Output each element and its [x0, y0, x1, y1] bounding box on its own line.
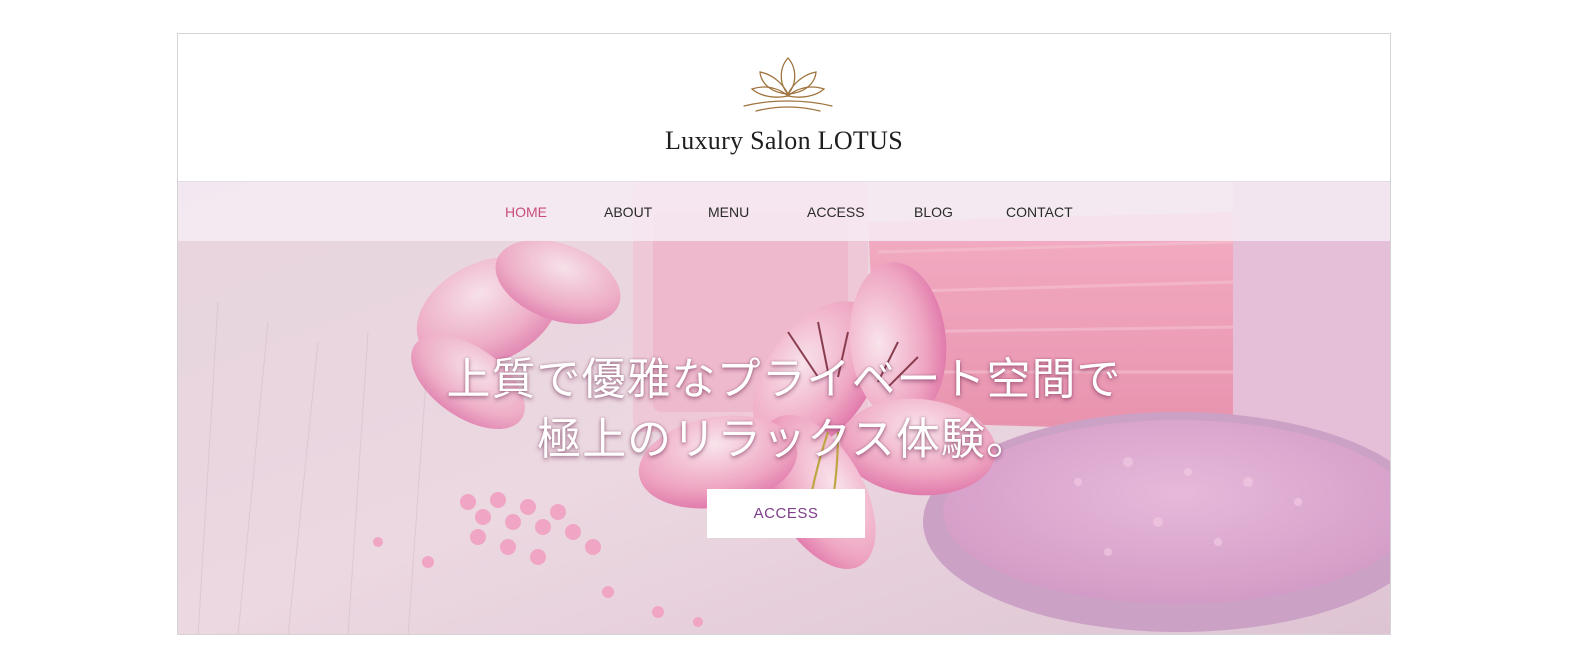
- brand-name[interactable]: Luxury Salon LOTUS: [178, 126, 1390, 156]
- nav-item-home[interactable]: HOME: [505, 204, 547, 220]
- nav-item-access[interactable]: ACCESS: [807, 204, 865, 220]
- nav-item-about[interactable]: ABOUT: [604, 204, 652, 220]
- site-header: Luxury Salon LOTUS: [178, 34, 1390, 182]
- access-button[interactable]: ACCESS: [707, 489, 865, 538]
- hero-headline-line2: 極上のリラックス体験。: [537, 414, 1031, 465]
- hero-headline-line1: 上質で優雅なプライベート空間で: [446, 354, 1122, 405]
- nav-item-contact[interactable]: CONTACT: [1006, 204, 1073, 220]
- main-nav: HOME ABOUT MENU ACCESS BLOG CONTACT: [178, 182, 1390, 241]
- hero-headline: 上質で優雅なプライベート空間で 極上のリラックス体験。: [178, 350, 1390, 470]
- nav-item-blog[interactable]: BLOG: [914, 204, 953, 220]
- hero-section: HOME ABOUT MENU ACCESS BLOG CONTACT 上質で優…: [178, 182, 1390, 634]
- page-frame: Luxury Salon LOTUS HOME ABOUT MENU ACCES…: [177, 33, 1391, 635]
- lotus-icon[interactable]: [738, 54, 838, 116]
- nav-item-menu[interactable]: MENU: [708, 204, 749, 220]
